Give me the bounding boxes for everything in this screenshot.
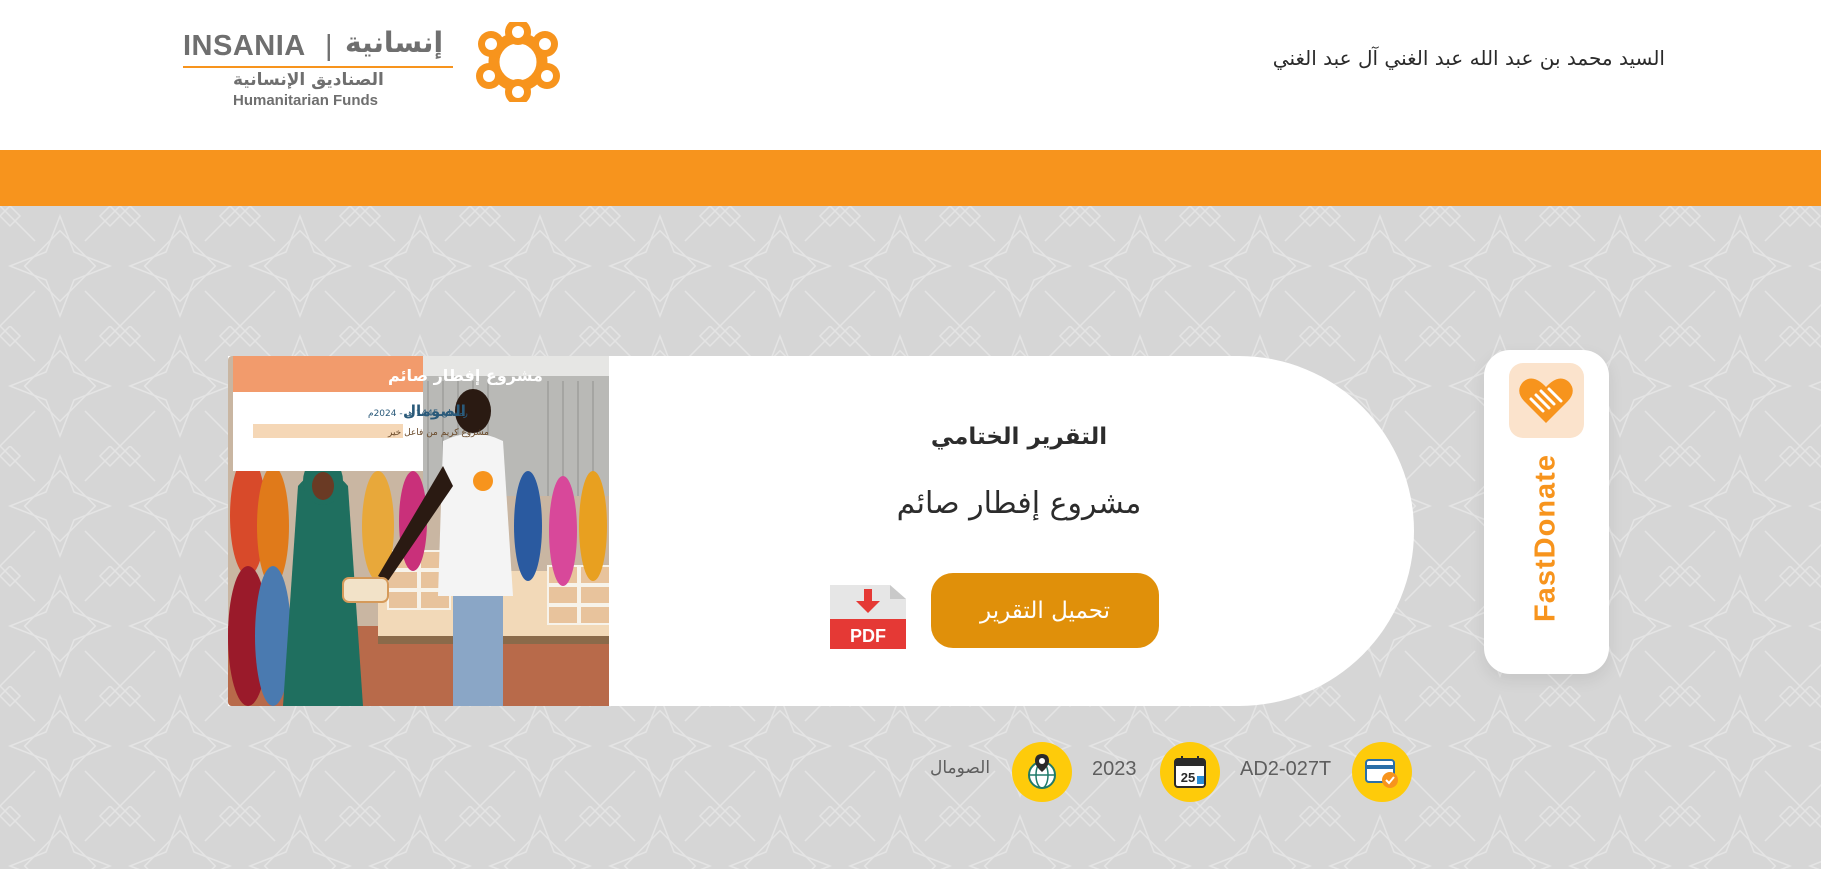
logo-en-subtitle: Humanitarian Funds [233,92,379,109]
project-country: الصومال [930,758,991,778]
download-report-button[interactable]: تحميل التقرير [931,573,1159,648]
fast-donate-label: FastDonate [1529,454,1562,622]
globe-location-icon [1028,754,1056,789]
heart-handshake-icon [1519,378,1573,423]
logo-ar-name: إنسانية [345,26,444,59]
fast-donate-panel[interactable]: FastDonate [1484,350,1609,674]
banner-date: رمضان 1445 هـ - 2024م [368,409,468,419]
report-card: مشروع إفطار صائم الصومال رمضان 1445 هـ -… [228,356,1414,706]
payment-info-circle [1352,742,1412,802]
country-info-circle [1012,742,1072,802]
photo-illustration: مشروع إفطار صائم الصومال رمضان 1445 هـ -… [228,356,609,706]
report-title: التقرير الختامي [930,424,1108,450]
pdf-label: PDF [850,626,886,646]
flower-logo-icon [476,22,560,102]
pdf-file-icon[interactable]: PDF [826,581,910,653]
logo-ar-subtitle: الصناديق الإنسانية [233,70,384,90]
logo-text: INSANIA | إنسانية الصناديق الإنسانية Hum… [183,22,453,109]
calendar-icon: 25 [1174,756,1206,788]
logo-en-name: INSANIA [183,30,306,62]
calendar-day: 25 [1181,770,1195,785]
card-payment-icon [1365,759,1398,788]
site-header: INSANIA | إنسانية الصناديق الإنسانية Hum… [0,0,1821,150]
year-info-circle: 25 [1160,742,1220,802]
logo-underline [183,66,453,68]
insania-logo[interactable]: INSANIA | إنسانية الصناديق الإنسانية Hum… [183,22,583,109]
banner-title: مشروع إفطار صائم [388,366,543,385]
project-code: AD2-027T [1240,758,1332,780]
project-name: مشروع إفطار صائم [896,486,1142,521]
project-year: 2023 [1092,758,1137,780]
orange-banner-bar [0,150,1821,206]
logo-separator: | [325,30,333,62]
donor-name: السيد محمد بن عبد الله عبد الغني آل عبد … [1272,46,1665,70]
main-content: مشروع إفطار صائم الصومال رمضان 1445 هـ -… [0,206,1821,869]
fast-donate-icon-box [1509,363,1584,438]
banner-subtitle: مشروع كريم من فاعل خير [387,428,489,438]
project-photo: مشروع إفطار صائم الصومال رمضان 1445 هـ -… [228,356,609,706]
